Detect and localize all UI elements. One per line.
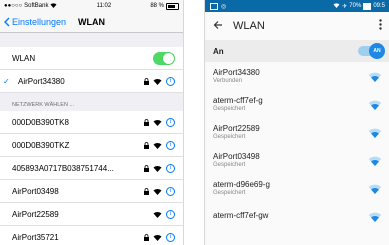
ios-nav-bar: Einstellungen WLAN [0, 12, 183, 33]
wifi-signal-icon [368, 156, 382, 166]
ios-status-time: 11:02 [96, 3, 112, 9]
network-status: Verbunden [213, 78, 243, 84]
android-network-row[interactable]: AirPort22589 Gespeichert [205, 118, 389, 146]
android-status-time: 09:5 [373, 3, 385, 9]
network-name: AirPort03498 [12, 186, 59, 196]
android-network-row[interactable]: AirPort34380 Verbunden [205, 62, 389, 90]
wifi-signal-icon [368, 72, 382, 82]
info-icon[interactable]: i [166, 117, 175, 127]
signal-dots-icon: ●●○○○ [4, 3, 23, 9]
info-icon[interactable]: i [166, 140, 175, 150]
lock-icon [144, 141, 149, 149]
info-icon[interactable]: i [166, 232, 175, 242]
network-name: 000D0B390TKZ [12, 140, 70, 150]
back-button[interactable]: Einstellungen [0, 17, 66, 27]
section-header: NETZWERK WÄHLEN ... [12, 102, 75, 108]
network-row[interactable]: 000D0B390TK8 i [0, 111, 183, 134]
wifi-status-icon [333, 2, 340, 10]
network-name: aterm-cff7ef-gw [213, 211, 269, 220]
overflow-menu-icon[interactable] [379, 19, 382, 33]
battery-icon [363, 2, 372, 10]
wifi-signal-icon [153, 78, 162, 85]
wifi-signal-icon [153, 142, 162, 149]
lock-icon [144, 118, 149, 126]
network-name: AirPort22589 [12, 209, 59, 219]
network-name: AirPort22589 [213, 124, 260, 133]
network-name: aterm-d96e69-g [213, 180, 270, 189]
network-row[interactable]: AirPort22589 i [0, 203, 183, 226]
info-icon[interactable]: i [166, 76, 175, 86]
wifi-signal-icon [368, 212, 382, 222]
network-name: 000D0B390TK8 [12, 117, 69, 127]
info-icon[interactable]: i [166, 186, 175, 196]
network-name: AirPort03498 [213, 152, 260, 161]
network-name: AirPort34380 [213, 68, 260, 77]
wifi-signal-icon [153, 119, 162, 126]
android-network-row[interactable]: aterm-cff7ef-gw [205, 202, 389, 230]
wifi-signal-icon [368, 128, 382, 138]
checkmark-icon: ✓ [3, 76, 10, 86]
wifi-signal-icon [153, 165, 162, 172]
info-icon[interactable]: i [166, 209, 175, 219]
network-status: Gespeichert [213, 190, 246, 196]
android-network-list: AirPort34380 Verbunden aterm-cff7ef-g Gespe… [205, 62, 389, 230]
network-name: AirPort35721 [12, 232, 59, 242]
wlan-toggle-label: WLAN [12, 53, 36, 63]
wlan-toggle-row: WLAN [0, 47, 183, 70]
network-row[interactable]: 405893A0717B038751744... i [0, 157, 183, 180]
battery-icon [166, 2, 179, 10]
back-arrow-icon[interactable] [213, 20, 223, 33]
wlan-toggle-switch[interactable] [153, 51, 175, 65]
ios-carrier-name: SoftBank [24, 3, 49, 9]
wifi-master-row[interactable]: An AN [205, 40, 389, 62]
chevron-left-icon [4, 17, 10, 27]
lock-icon [144, 187, 149, 195]
notification-icon [210, 2, 218, 10]
android-wifi-percent: 70% [349, 3, 362, 9]
settings-notify-icon: ◎ [221, 3, 227, 10]
ios-carrier: ●●○○○ SoftBank [4, 2, 57, 10]
lock-icon [144, 233, 149, 241]
network-row[interactable]: 000D0B390TKZ i [0, 134, 183, 157]
android-network-row[interactable]: AirPort03498 Gespeichert [205, 146, 389, 174]
connected-network-row[interactable]: ✓ AirPort34380 i [0, 70, 183, 93]
android-network-row[interactable]: aterm-cff7ef-g Gespeichert [205, 90, 389, 118]
network-status: Gespeichert [213, 134, 246, 140]
wifi-signal-icon [368, 184, 382, 194]
switch-knob: AN [369, 43, 385, 59]
wifi-signal-icon [153, 234, 162, 241]
network-name: 405893A0717B038751744... [12, 163, 114, 173]
lock-icon [144, 77, 149, 85]
wifi-icon [50, 2, 57, 10]
ios-wifi-screen: ●●○○○ SoftBank 11:02 88 % Einstellungen … [0, 0, 184, 245]
network-row[interactable]: AirPort03498 i [0, 180, 183, 203]
ios-status-bar: ●●○○○ SoftBank 11:02 88 % [0, 0, 183, 12]
wifi-master-switch[interactable]: AN [358, 43, 385, 59]
android-toolbar: WLAN [205, 12, 389, 40]
android-page-title: WLAN [233, 20, 265, 32]
wifi-master-label: An [213, 46, 224, 56]
android-network-row[interactable]: aterm-d96e69-g Gespeichert [205, 174, 389, 202]
ios-battery-text: 88 % [150, 3, 164, 9]
info-icon[interactable]: i [166, 163, 175, 173]
network-list: 000D0B390TK8 i 000D0B390TKZ i 405893A0717B03… [0, 111, 183, 245]
wifi-signal-icon [368, 100, 382, 110]
android-status-bar: ◎ ✈ 70% 09:5 [205, 0, 389, 12]
network-status: Gespeichert [213, 106, 246, 112]
network-name: aterm-cff7ef-g [213, 96, 263, 105]
wifi-signal-icon [153, 211, 162, 218]
android-wifi-screen: ◎ ✈ 70% 09:5 WLAN An AN AirPort34380 Verb… [204, 0, 389, 245]
network-status: Gespeichert [213, 162, 246, 168]
lock-icon [144, 164, 149, 172]
network-row[interactable]: AirPort35721 i [0, 226, 183, 245]
airplane-icon: ✈ [342, 3, 348, 10]
back-button-label: Einstellungen [12, 17, 67, 27]
wifi-signal-icon [153, 188, 162, 195]
connected-network-name: AirPort34380 [18, 76, 65, 86]
